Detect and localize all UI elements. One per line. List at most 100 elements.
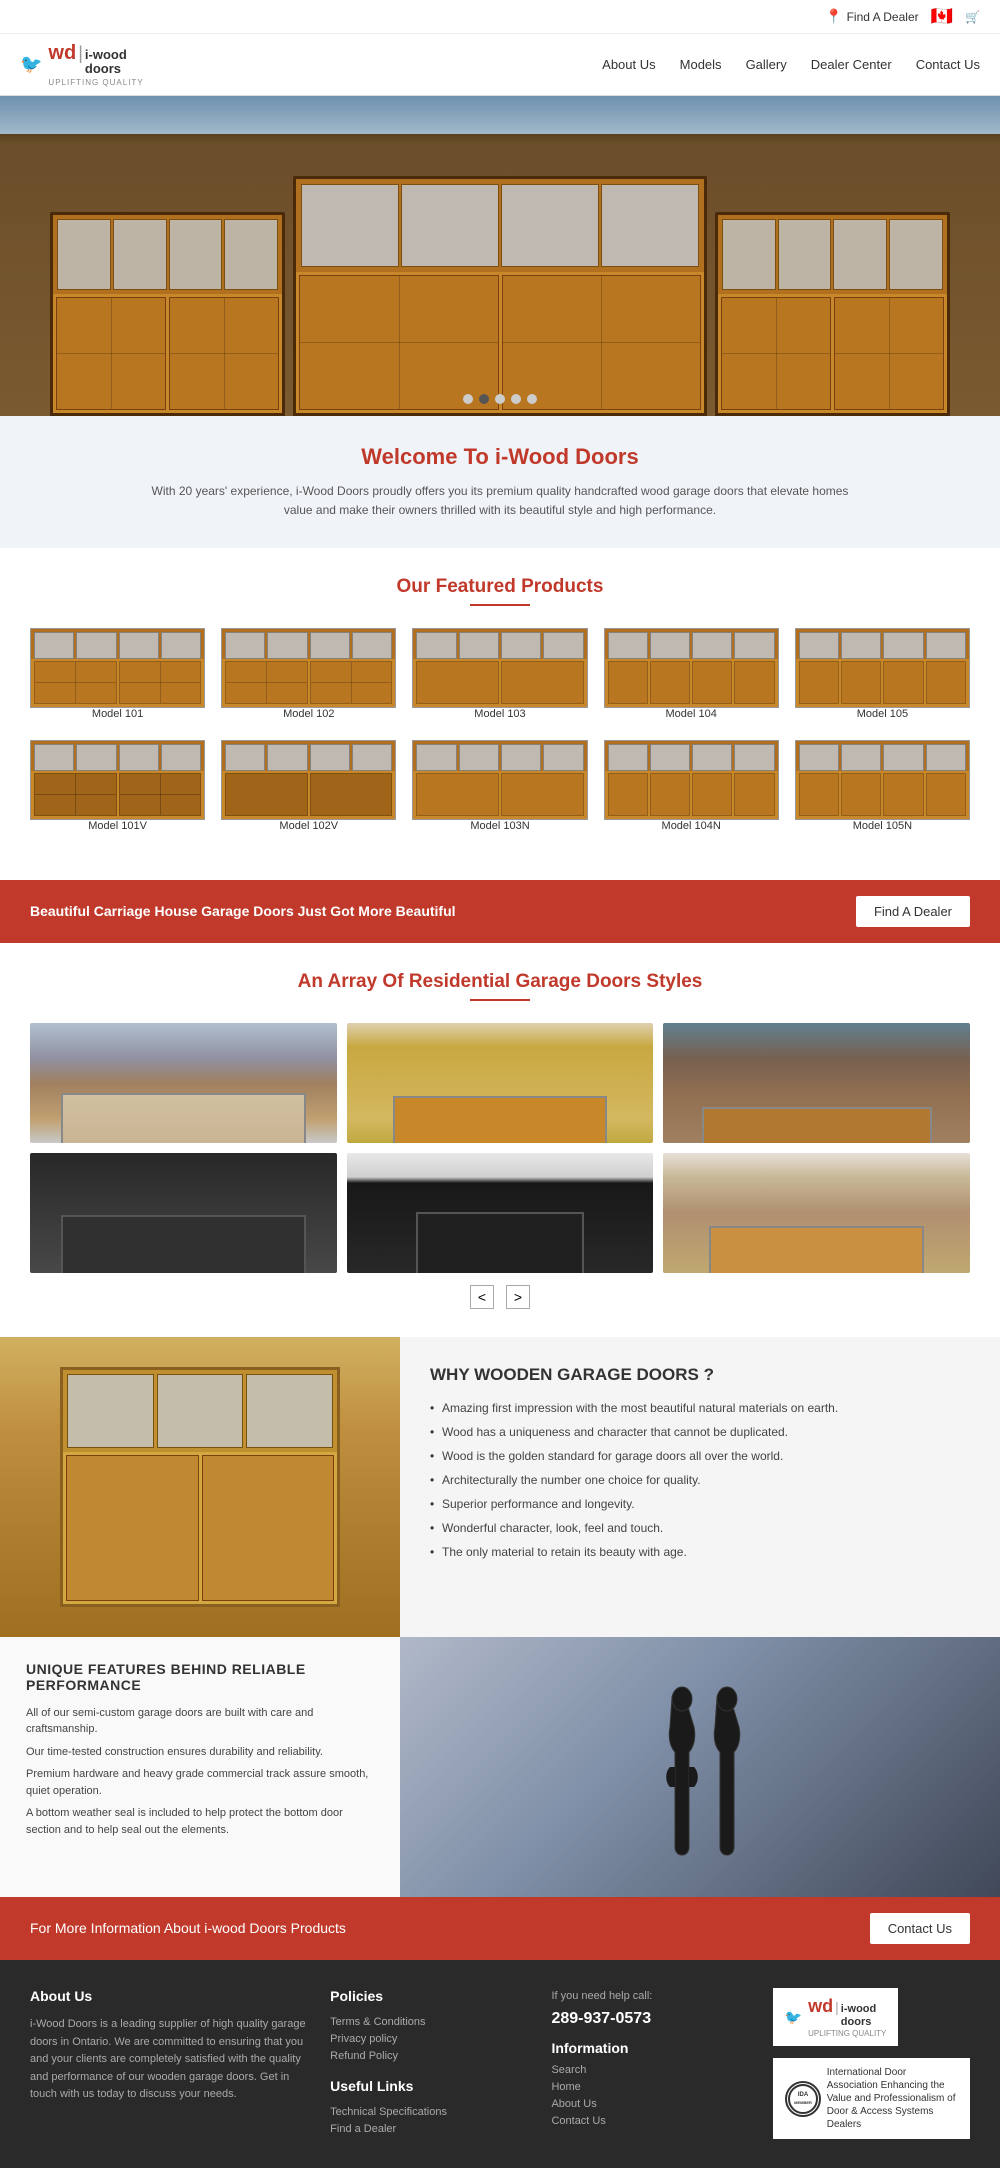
info-banner: For More Information About i-wood Doors … <box>0 1897 1000 1960</box>
product-label-103: Model 103 <box>412 708 587 720</box>
product-label-103n: Model 103N <box>412 820 587 832</box>
nav-models[interactable]: Models <box>680 57 722 72</box>
footer-policies-title: Policies <box>330 1988 527 2004</box>
logo[interactable]: 🐦 wd | i-wooddoors UPLIFTING QUALITY <box>20 42 144 87</box>
dot-1[interactable] <box>463 394 473 404</box>
footer-about-title: About Us <box>30 1988 306 2004</box>
top-bar: 📍 Find A Dealer 🇨🇦 🛒 <box>0 0 1000 34</box>
footer-logo-bird-icon: 🐦 <box>785 2009 802 2026</box>
product-model-105n[interactable]: Model 105N <box>795 740 970 832</box>
logo-divider: | <box>78 43 83 64</box>
product-label-105: Model 105 <box>795 708 970 720</box>
logo-bird-icon: 🐦 <box>20 54 42 75</box>
why-point-6: Wonderful character, look, feel and touc… <box>430 1519 970 1537</box>
nav-about-us[interactable]: About Us <box>602 57 655 72</box>
footer-link-refund[interactable]: Refund Policy <box>330 2050 527 2062</box>
footer-link-terms[interactable]: Terms & Conditions <box>330 2016 527 2028</box>
footer-link-privacy[interactable]: Privacy policy <box>330 2033 527 2045</box>
dot-4[interactable] <box>511 394 521 404</box>
gallery-nav: < > <box>30 1285 970 1309</box>
nav-dealer-center[interactable]: Dealer Center <box>811 57 892 72</box>
footer-useful-title: Useful Links <box>330 2078 527 2094</box>
why-point-3: Wood is the golden standard for garage d… <box>430 1447 970 1465</box>
dot-2[interactable] <box>479 394 489 404</box>
hardware-svg <box>640 1667 760 1867</box>
why-title: WHY WOODEN GARAGE DOORS ? <box>430 1365 970 1385</box>
product-label-102: Model 102 <box>221 708 396 720</box>
unique-point-4: A bottom weather seal is included to hel… <box>26 1805 374 1838</box>
welcome-description: With 20 years' experience, i-Wood Doors … <box>150 482 850 520</box>
product-model-102v[interactable]: Model 102V <box>221 740 396 832</box>
product-model-104n[interactable]: Model 104N <box>604 740 779 832</box>
gallery-prev-button[interactable]: < <box>470 1285 494 1309</box>
ida-circle: IDA MEMBER <box>785 2081 821 2117</box>
product-model-105[interactable]: Model 105 <box>795 628 970 720</box>
unique-title: UNIQUE FEATURES BEHIND RELIABLE PERFORMA… <box>26 1661 374 1693</box>
why-section: WHY WOODEN GARAGE DOORS ? Amazing first … <box>0 1337 1000 1637</box>
why-right-content: WHY WOODEN GARAGE DOORS ? Amazing first … <box>400 1337 1000 1637</box>
slider-dots <box>463 394 537 404</box>
red-banner: Beautiful Carriage House Garage Doors Ju… <box>0 880 1000 943</box>
product-label-104: Model 104 <box>604 708 779 720</box>
product-model-103n[interactable]: Model 103N <box>412 740 587 832</box>
unique-left-content: UNIQUE FEATURES BEHIND RELIABLE PERFORMA… <box>0 1637 400 1897</box>
dot-3[interactable] <box>495 394 505 404</box>
hero-section <box>0 96 1000 416</box>
product-model-104[interactable]: Model 104 <box>604 628 779 720</box>
find-dealer-topbar[interactable]: 📍 Find A Dealer <box>825 8 918 25</box>
unique-section: UNIQUE FEATURES BEHIND RELIABLE PERFORMA… <box>0 1637 1000 1897</box>
unique-point-3: Premium hardware and heavy grade commerc… <box>26 1766 374 1799</box>
footer-link-search[interactable]: Search <box>551 2064 748 2076</box>
products-row-2: Model 101V Model 102V Model 103N Model 1… <box>30 740 970 832</box>
gallery-img-1 <box>30 1023 337 1143</box>
unique-list: All of our semi-custom garage doors are … <box>26 1705 374 1839</box>
product-label-101v: Model 101V <box>30 820 205 832</box>
gallery-next-button[interactable]: > <box>506 1285 530 1309</box>
welcome-section: Welcome To i-Wood Doors With 20 years' e… <box>0 416 1000 548</box>
section-underline <box>470 604 530 606</box>
product-model-102[interactable]: Model 102 <box>221 628 396 720</box>
logo-wd: wd <box>48 42 76 65</box>
footer-link-home[interactable]: Home <box>551 2081 748 2093</box>
why-point-5: Superior performance and longevity. <box>430 1495 970 1513</box>
product-model-101v[interactable]: Model 101V <box>30 740 205 832</box>
gallery-img-3 <box>663 1023 970 1143</box>
product-model-103[interactable]: Model 103 <box>412 628 587 720</box>
footer-logo-sub: UPLIFTING QUALITY <box>808 2029 886 2038</box>
featured-section: Our Featured Products Model 101 Model 10… <box>0 548 1000 880</box>
footer-help-label: If you need help call: <box>551 1988 748 2006</box>
cart-button[interactable]: 🛒 <box>965 10 980 24</box>
nav-contact-us[interactable]: Contact Us <box>916 57 980 72</box>
product-model-101[interactable]: Model 101 <box>30 628 205 720</box>
product-label-101: Model 101 <box>30 708 205 720</box>
red-banner-text: Beautiful Carriage House Garage Doors Ju… <box>30 903 456 919</box>
footer-contact-col: If you need help call: 289-937-0573 Info… <box>551 1988 748 2140</box>
logo-iwood: i-wooddoors <box>85 48 127 77</box>
main-nav: 🐦 wd | i-wooddoors UPLIFTING QUALITY Abo… <box>0 34 1000 96</box>
footer-logo-wd: wd <box>808 1996 833 2017</box>
cart-icon: 🛒 <box>965 10 980 24</box>
nav-gallery[interactable]: Gallery <box>746 57 787 72</box>
gallery-img-2 <box>347 1023 654 1143</box>
footer-logo-box: 🐦 wd | i-wooddoors UPLIFTING QUALITY <box>773 1988 899 2046</box>
why-list: Amazing first impression with the most b… <box>430 1399 970 1561</box>
why-point-7: The only material to retain its beauty w… <box>430 1543 970 1561</box>
find-dealer-banner-button[interactable]: Find A Dealer <box>856 896 970 927</box>
svg-text:MEMBER: MEMBER <box>794 2100 812 2105</box>
pin-icon: 📍 <box>825 8 842 25</box>
footer-ida-box: IDA MEMBER International Door Associatio… <box>773 2058 970 2139</box>
product-label-105n: Model 105N <box>795 820 970 832</box>
contact-us-banner-button[interactable]: Contact Us <box>870 1913 970 1944</box>
why-left-image <box>0 1337 400 1637</box>
footer-link-find-dealer[interactable]: Find a Dealer <box>330 2123 527 2135</box>
why-point-4: Architecturally the number one choice fo… <box>430 1471 970 1489</box>
footer-link-contact-us[interactable]: Contact Us <box>551 2115 748 2127</box>
footer-logo-col: 🐦 wd | i-wooddoors UPLIFTING QUALITY IDA… <box>773 1988 970 2140</box>
footer-link-about-us[interactable]: About Us <box>551 2098 748 2110</box>
why-point-2: Wood has a uniqueness and character that… <box>430 1423 970 1441</box>
ida-text: International Door Association Enhancing… <box>827 2066 958 2131</box>
dot-5[interactable] <box>527 394 537 404</box>
footer-link-tech-specs[interactable]: Technical Specifications <box>330 2106 527 2118</box>
info-banner-text: For More Information About i-wood Doors … <box>30 1920 346 1936</box>
footer-grid: About Us i-Wood Doors is a leading suppl… <box>30 1988 970 2140</box>
